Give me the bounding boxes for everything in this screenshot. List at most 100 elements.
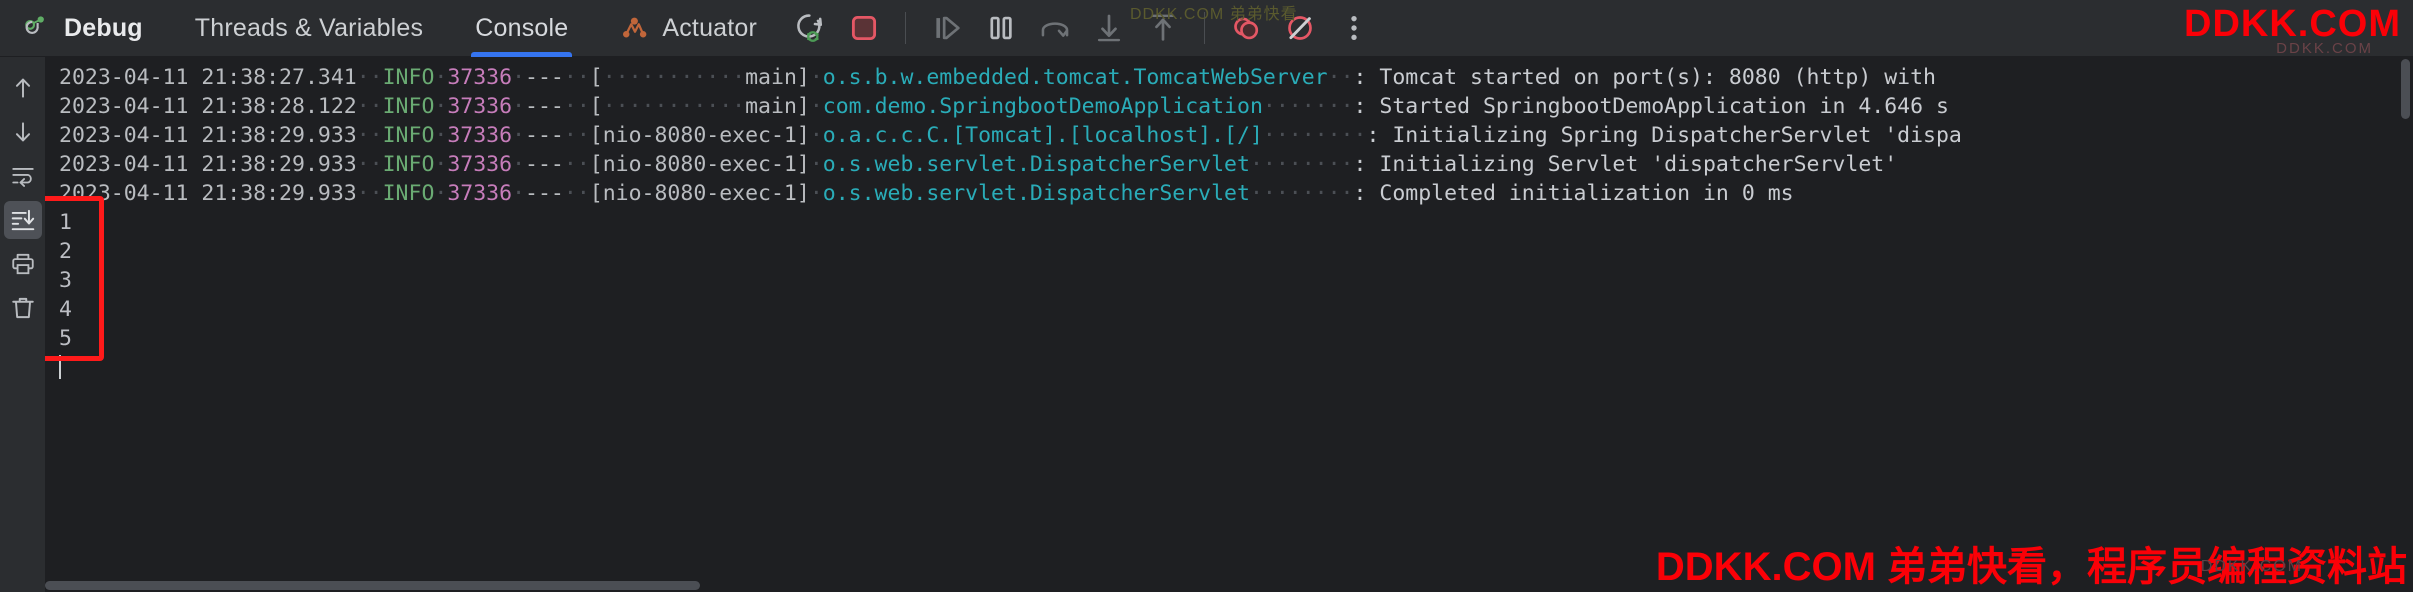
console-log-line: 2023-04-11 21:38:29.933··INFO·37336·---·… — [59, 179, 1962, 208]
log-pid: 37336 — [447, 181, 513, 206]
whitespace-dots: ······· — [1262, 94, 1354, 119]
console-output-number: 3 — [59, 268, 72, 293]
whitespace-dots: · — [512, 123, 526, 148]
log-timestamp: 2023-04-11 21:38:28.122 — [59, 94, 357, 119]
whitespace-dots: ·· — [563, 181, 590, 206]
tab-console-label: Console — [475, 13, 569, 42]
log-logger: o.s.web.servlet.DispatcherServlet — [822, 152, 1250, 177]
console-output-line: 4 — [59, 295, 1962, 324]
log-thread-open: [ — [589, 94, 603, 119]
log-level: INFO — [382, 152, 435, 177]
whitespace-dots: · — [512, 181, 526, 206]
log-logger: o.s.b.w.embedded.tomcat.TomcatWebServer — [822, 65, 1328, 90]
whitespace-dots: ·· — [1327, 65, 1354, 90]
console-vertical-scrollbar[interactable] — [2401, 59, 2410, 119]
log-logger: o.a.c.c.C.[Tomcat].[localhost].[/] — [822, 123, 1263, 148]
toolbar-separator-1 — [905, 12, 907, 44]
scroll-to-end-icon[interactable] — [3, 201, 42, 239]
log-thread: main] — [745, 94, 810, 119]
whitespace-dots: ········ — [1249, 181, 1354, 206]
whitespace-dots: · — [434, 65, 448, 90]
log-dash: --- — [525, 181, 564, 206]
whitespace-dots: ·· — [356, 65, 383, 90]
pause-program-button[interactable] — [978, 5, 1024, 51]
log-logger: o.s.web.servlet.DispatcherServlet — [822, 181, 1250, 206]
log-message: : Tomcat started on port(s): 8080 (http)… — [1353, 65, 1936, 90]
trash-icon[interactable] — [4, 289, 42, 327]
log-timestamp: 2023-04-11 21:38:29.933 — [59, 181, 357, 206]
tab-threads-and-variables-label: Threads & Variables — [194, 13, 424, 42]
console-side-toolbar — [0, 57, 45, 592]
console-log-line: 2023-04-11 21:38:29.933··INFO·37336·---·… — [59, 150, 1962, 179]
log-thread: [nio-8080-exec-1] — [589, 181, 810, 206]
whitespace-dots: · — [809, 123, 823, 148]
print-icon[interactable] — [4, 245, 42, 283]
whitespace-dots: · — [809, 152, 823, 177]
log-thread-open: [ — [589, 65, 603, 90]
console-log-line: 2023-04-11 21:38:27.341··INFO·37336·---·… — [59, 63, 1962, 92]
stop-button[interactable] — [841, 5, 887, 51]
step-over-button[interactable] — [1032, 5, 1078, 51]
log-thread: [nio-8080-exec-1] — [589, 123, 810, 148]
log-level: INFO — [382, 65, 435, 90]
tab-console[interactable]: Console — [449, 0, 594, 57]
resume-program-button[interactable] — [924, 5, 970, 51]
console-output-number: 4 — [59, 297, 72, 322]
whitespace-dots: ·· — [563, 152, 590, 177]
whitespace-dots: ········ — [1262, 123, 1367, 148]
console-log-line: 2023-04-11 21:38:28.122··INFO·37336·---·… — [59, 92, 1962, 121]
down-arrow-icon[interactable] — [4, 113, 42, 151]
log-timestamp: 2023-04-11 21:38:29.933 — [59, 152, 357, 177]
watermark-top-right-faint: DDKK.COM — [2276, 40, 2373, 57]
log-pid: 37336 — [447, 65, 513, 90]
soft-wrap-icon[interactable] — [4, 157, 42, 195]
log-timestamp: 2023-04-11 21:38:27.341 — [59, 65, 357, 90]
whitespace-dots: ·· — [563, 65, 590, 90]
log-timestamp: 2023-04-11 21:38:29.933 — [59, 123, 357, 148]
up-arrow-icon[interactable] — [4, 69, 42, 107]
text-caret — [59, 355, 61, 379]
log-dash: --- — [525, 123, 564, 148]
log-message: : Completed initialization in 0 ms — [1353, 181, 1794, 206]
whitespace-dots: ·· — [563, 94, 590, 119]
log-dash: --- — [525, 65, 564, 90]
whitespace-dots: ·· — [356, 152, 383, 177]
more-options-button[interactable] — [1331, 5, 1377, 51]
console-output-panel[interactable]: 2023-04-11 21:38:27.341··INFO·37336·---·… — [45, 57, 2413, 592]
log-thread: main] — [745, 65, 810, 90]
log-thread: [nio-8080-exec-1] — [589, 152, 810, 177]
tab-actuator-label: Actuator — [662, 13, 758, 42]
whitespace-dots: · — [512, 65, 526, 90]
debug-tool-window: Debug Threads & Variables Console Actuat… — [0, 0, 2413, 592]
console-output-number: 1 — [59, 210, 72, 235]
tab-debug-label: Debug — [64, 13, 143, 42]
debug-icon — [22, 13, 52, 43]
step-into-button[interactable] — [1086, 5, 1132, 51]
whitespace-dots: · — [512, 94, 526, 119]
whitespace-dots: · — [809, 65, 823, 90]
whitespace-dots: · — [434, 123, 448, 148]
console-horizontal-scrollbar-thumb[interactable] — [45, 581, 700, 590]
log-level: INFO — [382, 123, 435, 148]
whitespace-dots: ·· — [356, 94, 383, 119]
tab-actuator[interactable]: Actuator — [594, 0, 783, 57]
watermark-mid-faint: DDKK.COM 弟弟快看 — [1130, 6, 1298, 23]
console-log-line: 2023-04-11 21:38:29.933··INFO·37336·---·… — [59, 121, 1962, 150]
rerun-debug-button[interactable] — [787, 5, 833, 51]
log-level: INFO — [382, 181, 435, 206]
whitespace-dots: ·· — [356, 181, 383, 206]
tab-debug[interactable]: Debug — [0, 0, 169, 57]
tab-threads-and-variables[interactable]: Threads & Variables — [169, 0, 449, 57]
whitespace-dots: ··········· — [602, 94, 746, 119]
log-pid: 37336 — [447, 123, 513, 148]
log-level: INFO — [382, 94, 435, 119]
whitespace-dots: · — [512, 152, 526, 177]
log-message: : Initializing Servlet 'dispatcherServle… — [1353, 152, 1898, 177]
actuator-icon — [620, 13, 650, 43]
console-output-line: 2 — [59, 237, 1962, 266]
whitespace-dots: ·· — [563, 123, 590, 148]
log-message: : Initializing Spring DispatcherServlet … — [1366, 123, 1962, 148]
whitespace-dots: · — [434, 152, 448, 177]
log-logger: com.demo.SpringbootDemoApplication — [822, 94, 1263, 119]
log-message: : Started SpringbootDemoApplication in 4… — [1353, 94, 1949, 119]
